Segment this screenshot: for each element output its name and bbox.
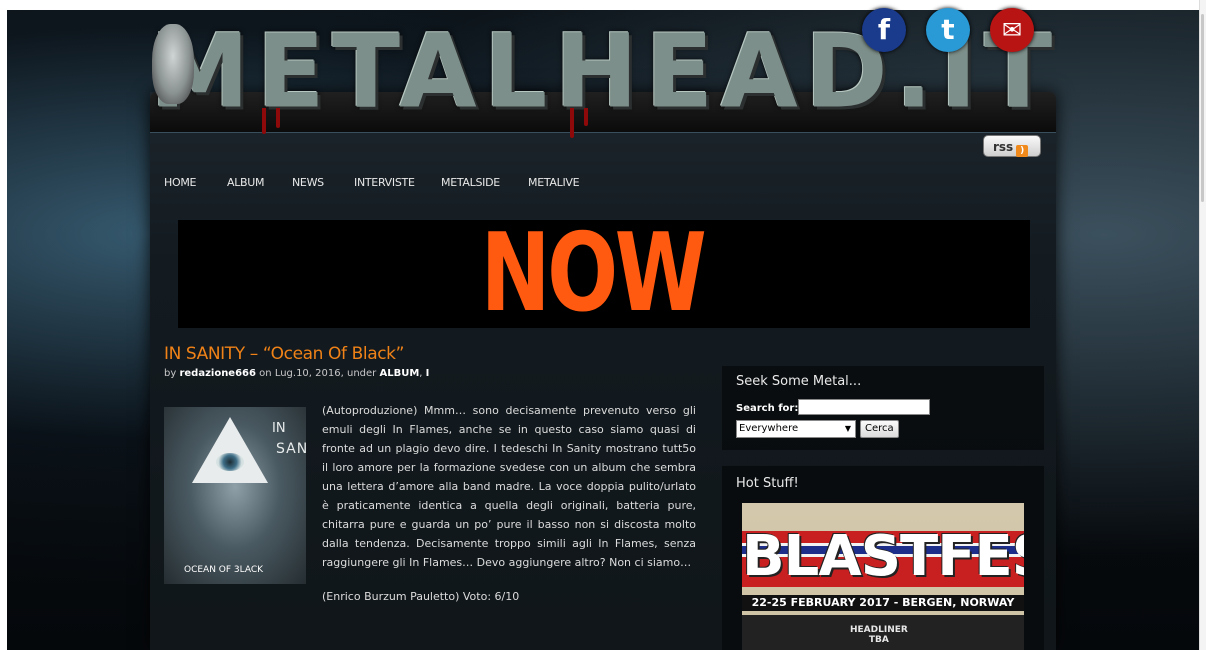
search-widget-title: Seek Some Metal... — [736, 374, 862, 389]
post-author-link[interactable]: redazione666 — [179, 368, 256, 379]
search-scope-select[interactable]: Everywhere ▼ — [736, 420, 856, 438]
post-vote: (Enrico Burzum Pauletto) Voto: 6/10 — [322, 590, 520, 603]
meta-under: under — [346, 368, 377, 379]
twitter-icon[interactable]: t — [926, 8, 970, 52]
post-category-link-2[interactable]: I — [426, 368, 430, 379]
category-separator: , — [419, 368, 423, 379]
rss-button[interactable]: rss) — [983, 135, 1041, 157]
nav-item-metalive[interactable]: METALIVE — [528, 176, 580, 189]
search-widget: Seek Some Metal... Search for: Everywher… — [722, 366, 1044, 450]
nav-item-home[interactable]: HOME — [164, 176, 196, 189]
rss-label: rss — [993, 140, 1014, 154]
blood-drip-icon — [570, 108, 574, 138]
skull-logo-icon — [152, 24, 194, 104]
search-label: Search for: — [736, 403, 799, 414]
site-logo[interactable]: METALHEAD.IT — [150, 14, 1052, 129]
poster-title: BLASTFEST — [742, 524, 1024, 589]
hot-stuff-title: Hot Stuff! — [736, 476, 799, 491]
blood-drip-icon — [276, 108, 280, 128]
search-button[interactable]: Cerca — [860, 420, 899, 438]
album-cover-image: IN SANITY OCEAN OF 3LACK — [164, 407, 306, 584]
chevron-down-icon: ▼ — [844, 424, 851, 433]
facebook-icon[interactable]: f — [862, 8, 906, 52]
search-input[interactable] — [798, 399, 930, 415]
blood-drip-icon — [584, 108, 588, 126]
poster-dates: 22-25 FEBRUARY 2017 - BERGEN, NORWAY — [742, 595, 1024, 611]
post-date: Lug.10, 2016, — [274, 368, 344, 379]
nav-item-album[interactable]: ALBUM — [227, 176, 265, 189]
post-category-link[interactable]: ALBUM — [379, 368, 419, 379]
nav-item-metalside[interactable]: METALSIDE — [441, 176, 500, 189]
cover-band-line1: IN — [272, 421, 286, 436]
nav-item-interviste[interactable]: INTERVISTE — [354, 176, 415, 189]
banner-text: NOW — [480, 220, 707, 328]
poster-headliner: HEADLINER TBA — [850, 625, 908, 645]
search-scope-value: Everywhere — [739, 423, 799, 434]
meta-by: by — [164, 368, 177, 379]
post-body: (Autoproduzione) Mmm… sono decisamente p… — [322, 404, 696, 569]
ad-banner[interactable]: NOW — [178, 220, 1030, 328]
festival-poster[interactable]: BLASTFEST 22-25 FEBRUARY 2017 - BERGEN, … — [742, 503, 1024, 650]
cover-album-title: OCEAN OF 3LACK — [184, 565, 264, 575]
post-meta: by redazione666 on Lug.10, 2016, under A… — [164, 368, 429, 379]
poster-headliner-label: HEADLINER — [850, 625, 908, 635]
post-title[interactable]: IN SANITY – “Ocean Of Black” — [164, 344, 404, 364]
email-icon[interactable]: ✉ — [990, 8, 1034, 52]
poster-headliner-tba: TBA — [868, 635, 889, 645]
scrollbar-thumb[interactable] — [1201, 14, 1204, 202]
nav-item-news[interactable]: NEWS — [292, 176, 324, 189]
blood-drip-icon — [262, 108, 266, 134]
eye-shape — [216, 453, 244, 471]
meta-on: on — [259, 368, 272, 379]
rss-feed-icon: ) — [1016, 145, 1029, 157]
pyramid-shape — [192, 417, 268, 483]
cover-band-line2: SANITY — [276, 441, 306, 457]
